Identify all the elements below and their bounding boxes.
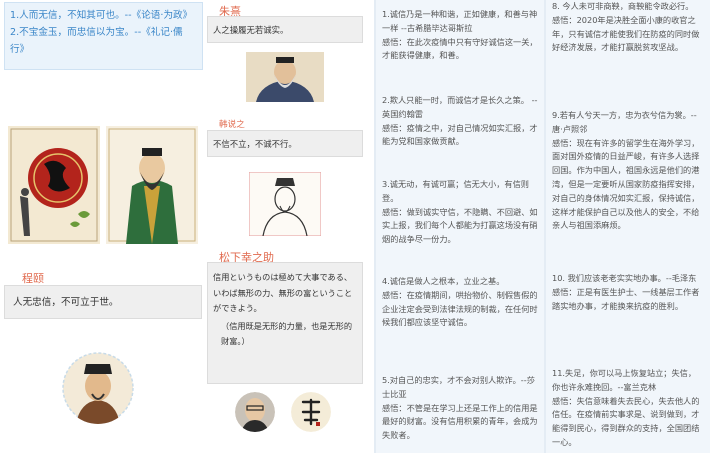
quote-text: 9.若有人兮天一方，忠为衣兮信为裳。--唐·卢照邻	[552, 110, 697, 134]
zhu-xi-box: 人之操履无若诚实。	[207, 16, 363, 43]
reflection-text: 感悟：现在有许多的留学生在海外学习，面对国外疫情的日益严峻，有许多人选择回国。作…	[552, 137, 700, 231]
heading-han-shuo: 韩说之	[219, 120, 245, 130]
reflection-text: 感悟：疫情之中，对自己情况如实汇报，才能为党和国家做贡献。	[382, 122, 538, 147]
reflection-text: 感悟：2020年是决胜全面小康的收官之年，只有诚信才能使我们在防疫的同时做好经济…	[552, 14, 700, 53]
reflection-text: 感悟：做到诚实守信，不隐瞒、不回避、如实上报，我们每个人都能为打赢这场没有硝烟的…	[382, 206, 538, 245]
quote-text: 11.失足，你可以马上恢复站立；失信，你也许永难挽回。--富兰克林	[552, 368, 697, 392]
saying-text: 人无忠信，不可立于世。	[13, 297, 119, 308]
calligraphy-scroll-image	[291, 392, 331, 432]
cheng-yi-portrait-image	[62, 352, 134, 424]
zhu-xi-portrait-image	[246, 52, 324, 102]
quote-text: 3.诚无动，有诚可赢；信无大小，有信则登。	[382, 179, 529, 203]
quote-paragraph-4: 4.诚信是做人之根本，立业之基。 感悟：在疫情期间，哄抬物价、制假售假的企业注定…	[382, 275, 538, 330]
quote-paragraph-5: 5.对自己的忠实，才不会对别人欺诈。--莎士比亚 感悟：不管是在学习上还是工作上…	[382, 374, 538, 443]
quote-paragraph-2: 2.欺人只能一时，而诚信才是长久之策。 --英国约翰雷 感悟：疫情之中，对自己情…	[382, 94, 538, 149]
reflection-text: 感悟：在疫情期间，哄抬物价、制假售假的企业注定会受到法律法规的制裁，在任何时候我…	[382, 289, 538, 328]
sketch-portrait-image	[249, 172, 321, 236]
quote-paragraph-8: 8. 今人未可非商鞅，商鞅能令政必行。 感悟：2020年是决胜全面小康的收官之年…	[552, 0, 704, 55]
quote-text: 8. 今人未可非商鞅，商鞅能令政必行。	[552, 1, 694, 11]
matsushita-photo-image	[235, 392, 275, 432]
reflection-text: 感悟：不管是在学习上还是工作上的信用是最好的财富。没有信用积累的青年，会成为失败…	[382, 402, 538, 441]
column-left: 1.人而无信，不知其可也。--《论语·为政》 2.不宝金玉，而忠信以为宝。--《…	[0, 0, 205, 453]
quote-text: 4.诚信是做人之根本，立业之基。	[382, 276, 505, 286]
reflection-text: 感悟：正是有医生护士、一线基层工作者踏实地办事，才能换来抗疫的胜利。	[552, 286, 700, 311]
column-middle: 朱熹 人之操履无若诚实。 韩说之 不信不立，不诚不行。 松下幸之助 信用というも…	[205, 0, 370, 453]
column-quotes-8-11: 8. 今人未可非商鞅，商鞅能令政必行。 感悟：2020年是决胜全面小康的收官之年…	[546, 0, 710, 453]
saying-box: 人无忠信，不可立于世。	[4, 285, 202, 319]
heading-cheng-yi: 程颐	[22, 272, 44, 285]
zhu-xi-text: 人之操履无若诚实。	[213, 25, 289, 35]
reflection-text: 感悟：在此次疫情中只有守好诚信这一关，才能获得健康，和善。	[382, 36, 538, 61]
matsushita-jp-text: 信用というものは極めて大事である、いわば無形の力、無形の富ということができよう。	[213, 272, 353, 314]
quote-paragraph-9: 9.若有人兮天一方，忠为衣兮信为裳。--唐·卢照邻 感悟：现在有许多的留学生在海…	[552, 109, 704, 233]
calligraphy-poster-image	[8, 126, 100, 244]
quote-text: 10. 我们应该老老实实地办事。--毛泽东	[552, 273, 697, 283]
quote-paragraph-11: 11.失足，你可以马上恢复站立；失信，你也许永难挽回。--富兰克林 感悟：失信意…	[552, 367, 704, 450]
matsushita-box: 信用というものは極めて大事である、いわば無形の力、無形の富ということができよう。…	[207, 262, 363, 384]
quote-text: 1.诚信乃是一种和谐，正如健康，和善与神一样 --古希腊毕达哥斯拉	[382, 9, 538, 33]
quote-paragraph-1: 1.诚信乃是一种和谐，正如健康，和善与神一样 --古希腊毕达哥斯拉 感悟：在此次…	[382, 8, 538, 63]
quote-line: 1.人而无信，不知其可也。--《论语·为政》	[10, 10, 193, 21]
han-shuo-box: 不信不立，不诚不行。	[207, 130, 363, 157]
quote-paragraph-3: 3.诚无动，有诚可赢；信无大小，有信则登。 感悟：做到诚实守信，不隐瞒、不回避、…	[382, 178, 538, 247]
han-shuo-text: 不信不立，不诚不行。	[213, 139, 297, 149]
quote-text: 5.对自己的忠实，才不会对别人欺诈。--莎士比亚	[382, 375, 535, 399]
reflection-text: 感悟：失信意味着失去民心，失去他人的信任。在疫情前实事求是、说到做到，才能得到民…	[552, 395, 700, 447]
confucius-painting-image	[106, 126, 198, 244]
matsushita-cn-text: （信用既是无形的力量，也是无形的财富。）	[221, 320, 353, 347]
quote-line: 2.不宝金玉，而忠信以为宝。--《礼记·儒行》	[10, 27, 183, 55]
quote-paragraph-10: 10. 我们应该老老实实地办事。--毛泽东 感悟：正是有医生护士、一线基层工作者…	[552, 272, 704, 313]
quote-box: 1.人而无信，不知其可也。--《论语·为政》 2.不宝金玉，而忠信以为宝。--《…	[4, 2, 203, 70]
column-quotes-1-5: 1.诚信乃是一种和谐，正如健康，和善与神一样 --古希腊毕达哥斯拉 感悟：在此次…	[376, 0, 544, 453]
quote-text: 2.欺人只能一时，而诚信才是长久之策。 --英国约翰雷	[382, 95, 538, 119]
